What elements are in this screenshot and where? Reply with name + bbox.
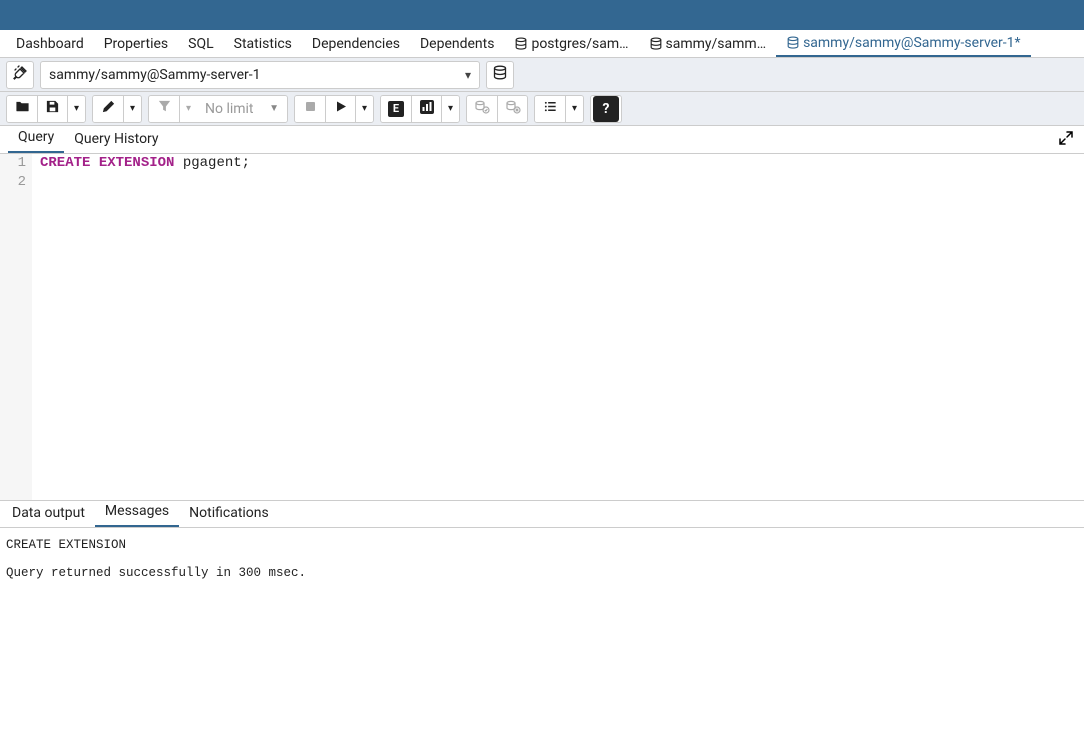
tab-query-tool-2[interactable]: sammy/samm… [639,32,777,56]
analyze-icon [419,99,435,119]
database-icon [786,36,800,50]
sql-keyword: EXTENSION [99,155,175,171]
database-icon [649,37,663,51]
tab-properties[interactable]: Properties [94,32,178,56]
tab-label: Messages [105,503,169,519]
save-icon [45,99,60,118]
connection-select[interactable]: sammy/sammy@Sammy-server-1 ▾ [40,61,480,89]
folder-icon [15,99,30,118]
chevron-down-icon: ▾ [448,103,453,114]
edit-button[interactable] [93,96,123,122]
editor-tabs: Query Query History [0,126,1084,154]
macros-dropdown[interactable]: ▾ [565,96,583,122]
tab-dependents[interactable]: Dependents [410,32,504,56]
tab-data-output[interactable]: Data output [2,501,95,527]
tab-label: Query [18,129,54,145]
line-number-gutter: 1 2 [0,154,32,500]
stop-icon [304,100,317,117]
filter-icon [157,99,172,118]
rollback-button[interactable] [497,96,527,122]
stop-button[interactable] [295,96,325,122]
messages-panel: CREATE EXTENSION Query returned successf… [0,528,1084,590]
tab-label: Statistics [234,36,292,52]
connection-row: sammy/sammy@Sammy-server-1 ▾ [0,58,1084,92]
connection-status-button[interactable] [6,61,34,89]
new-connection-button[interactable] [486,61,514,89]
database-icon [514,37,528,51]
toolbar: ▾ ▾ ▾ No limit ▼ ▾ E ▾ ▾ ? [0,92,1084,126]
commit-button[interactable] [467,96,497,122]
save-file-button[interactable] [37,96,67,122]
chevron-down-icon: ▼ [269,103,279,114]
code-area[interactable]: CREATE EXTENSION pgagent; [32,154,1084,500]
sql-text: pgagent; [174,155,250,171]
tab-sql[interactable]: SQL [178,32,223,56]
commit-icon [474,99,490,119]
chevron-down-icon: ▾ [465,68,471,82]
tab-label: Query History [74,131,158,147]
play-icon [334,100,347,117]
execute-dropdown[interactable]: ▾ [355,96,373,122]
tab-statistics[interactable]: Statistics [224,32,302,56]
list-icon [543,99,558,118]
tab-query-history[interactable]: Query History [64,127,168,153]
chevron-down-icon: ▾ [130,103,135,114]
save-file-dropdown[interactable]: ▾ [67,96,85,122]
line-number: 1 [0,154,26,173]
chevron-down-icon: ▾ [186,103,191,114]
tab-notifications[interactable]: Notifications [179,501,279,527]
open-file-button[interactable] [7,96,37,122]
tab-query-tool-3[interactable]: sammy/sammy@Sammy-server-1* [776,31,1031,57]
macros-button[interactable] [535,96,565,122]
database-server-icon [492,65,508,85]
limit-select[interactable]: No limit ▼ [197,96,287,122]
expand-icon [1058,134,1074,150]
tab-label: Properties [104,36,168,52]
plug-icon [12,65,28,85]
explain-button[interactable]: E [381,96,411,122]
expand-button[interactable] [1058,130,1074,150]
rollback-icon [505,99,521,119]
main-nav: Dashboard Properties SQL Statistics Depe… [0,30,1084,58]
edit-dropdown[interactable]: ▾ [123,96,141,122]
explain-analyze-button[interactable] [411,96,441,122]
tab-label: Dashboard [16,36,84,52]
tab-label: Dependents [420,36,494,52]
connection-label: sammy/sammy@Sammy-server-1 [49,67,260,83]
help-icon: ? [593,96,619,122]
explain-dropdown[interactable]: ▾ [441,96,459,122]
tab-dependencies[interactable]: Dependencies [302,32,410,56]
title-bar [0,0,1084,30]
explain-icon: E [388,101,404,117]
sql-keyword: CREATE [40,155,90,171]
tab-label: postgres/sam… [531,36,628,52]
execute-button[interactable] [325,96,355,122]
tab-dashboard[interactable]: Dashboard [6,32,94,56]
tab-messages[interactable]: Messages [95,499,179,527]
output-tabs: Data output Messages Notifications [0,500,1084,528]
tab-label: SQL [188,36,213,52]
pencil-icon [101,99,116,118]
tab-label: Dependencies [312,36,400,52]
filter-button[interactable] [149,96,179,122]
sql-editor[interactable]: 1 2 CREATE EXTENSION pgagent; [0,154,1084,500]
tab-label: sammy/sammy@Sammy-server-1* [803,35,1021,51]
tab-query-tool-1[interactable]: postgres/sam… [504,32,638,56]
tab-label: Data output [12,505,85,521]
tab-label: sammy/samm… [666,36,767,52]
line-number: 2 [0,173,26,192]
tab-label: Notifications [189,505,269,521]
tab-query[interactable]: Query [8,125,64,153]
limit-label: No limit [205,101,254,117]
chevron-down-icon: ▾ [362,103,367,114]
filter-dropdown[interactable]: ▾ [179,96,197,122]
help-button[interactable]: ? [591,96,621,122]
chevron-down-icon: ▾ [572,103,577,114]
chevron-down-icon: ▾ [74,103,79,114]
